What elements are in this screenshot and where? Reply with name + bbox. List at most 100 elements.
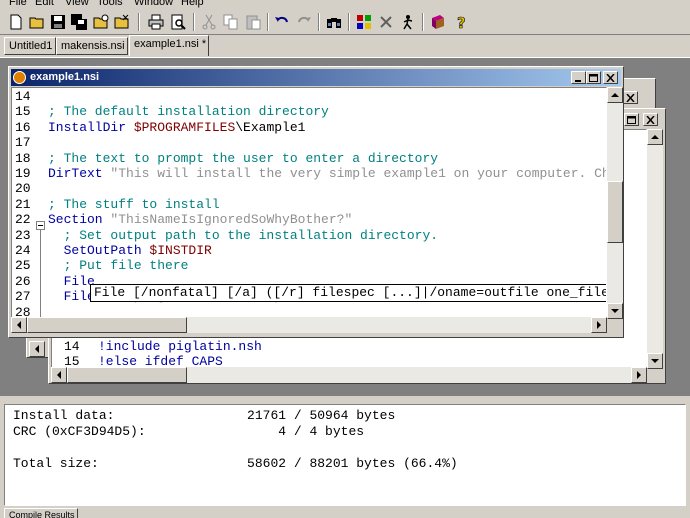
help-icon[interactable]: ? <box>451 12 471 32</box>
documentation-icon[interactable] <box>428 12 448 32</box>
output-line: CRC (0xCF3D94D5): 4 / 4 bytes <box>13 424 365 439</box>
menu-window[interactable]: Window <box>134 0 173 8</box>
code-token: $PROGRAMFILES <box>133 119 236 135</box>
redo-icon[interactable] <box>294 12 314 32</box>
code-text: DirText "This will install the very simp… <box>48 166 607 181</box>
scroll-thumb[interactable] <box>607 181 623 243</box>
close-window-button[interactable] <box>603 71 618 84</box>
maximize-window-button[interactable] <box>624 113 639 126</box>
horizontal-scrollbar[interactable] <box>11 317 607 333</box>
scroll-thumb[interactable] <box>67 367 187 383</box>
code-token: File <box>48 273 95 289</box>
maximize-icon <box>627 115 636 124</box>
maximize-window-button[interactable] <box>586 71 601 84</box>
paste-icon[interactable] <box>243 12 263 32</box>
fold-line <box>40 230 41 318</box>
scroll-up-button[interactable] <box>607 87 623 103</box>
code-editor[interactable]: 14 15 ; The default installation directory… <box>11 87 607 319</box>
scroll-left-button[interactable] <box>51 367 67 383</box>
close-icon <box>606 73 615 82</box>
code-token: \Example1 <box>235 119 306 135</box>
fold-toggle-icon[interactable] <box>36 221 45 230</box>
nsis-document-icon <box>13 71 26 84</box>
open-folder-icon[interactable] <box>27 12 47 32</box>
arrow-up-icon <box>651 135 659 139</box>
code-text: SetOutPath $INSTDIR <box>48 243 212 258</box>
run-icon[interactable] <box>398 12 418 32</box>
compile-icon[interactable] <box>354 12 374 32</box>
line-number: 18 <box>15 150 31 166</box>
scroll-down-button[interactable] <box>607 303 623 319</box>
scroll-up-button[interactable] <box>647 129 663 145</box>
print-icon[interactable] <box>146 12 166 32</box>
scroll-thumb[interactable] <box>27 317 187 333</box>
new-file-icon[interactable] <box>6 12 26 32</box>
compile-output-text[interactable]: Install data: 21761 / 50964 bytes CRC (0… <box>4 404 686 506</box>
print-preview-icon[interactable] <box>168 12 188 32</box>
bottom-tab-bar: Compile Results <box>0 508 690 518</box>
code-token: ; The default installation directory <box>48 104 329 120</box>
code-token: "This will install the very simple examp… <box>110 166 607 181</box>
line-number: 27 <box>15 289 31 305</box>
menu-bar: File Edit View Tools Window Help <box>0 0 690 10</box>
line-number: 15 <box>15 104 31 120</box>
toolbar-separator <box>193 13 195 31</box>
stop-compile-icon[interactable] <box>376 12 396 32</box>
close-window-button[interactable] <box>623 91 638 104</box>
arrow-right-icon <box>597 321 601 329</box>
undo-icon[interactable] <box>272 12 292 32</box>
horizontal-scrollbar[interactable] <box>51 367 647 383</box>
code-text: File <box>48 274 95 289</box>
save-icon[interactable] <box>48 12 68 32</box>
close-window-button[interactable] <box>643 113 658 126</box>
menu-edit[interactable]: Edit <box>35 0 54 8</box>
vertical-scrollbar[interactable] <box>607 87 623 319</box>
arrow-up-icon <box>611 93 619 97</box>
toolbar: ? <box>0 10 690 35</box>
code-token: DirText <box>48 166 111 181</box>
tab-makensis[interactable]: makensis.nsi <box>56 37 128 55</box>
code-token: ; The stuff to install <box>48 196 220 212</box>
code-token: InstallDir <box>48 119 134 135</box>
scroll-left-button[interactable] <box>29 341 45 357</box>
open-recent-icon[interactable] <box>91 12 111 32</box>
scroll-right-button[interactable] <box>591 317 607 333</box>
menu-view[interactable]: View <box>65 0 89 8</box>
code-token: ; The text to prompt the user to enter a… <box>48 150 439 166</box>
close-icon <box>626 93 635 102</box>
arrow-down-icon <box>651 359 659 363</box>
code-token: SetOutPath <box>48 243 150 258</box>
code-token: ; Put file there <box>48 258 189 274</box>
close-file-icon[interactable] <box>112 12 132 32</box>
code-token: ; Set output path to the installation di… <box>48 227 439 243</box>
code-text: ; The text to prompt the user to enter a… <box>48 151 438 166</box>
arrow-down-icon <box>611 309 619 313</box>
minimize-window-button[interactable] <box>571 71 586 84</box>
code-text: InstallDir $PROGRAMFILES\Example1 <box>48 120 305 135</box>
vertical-scrollbar[interactable] <box>647 129 663 369</box>
editor-title-bar[interactable]: example1.nsi <box>11 69 621 86</box>
tab-untitled1[interactable]: Untitled1 <box>4 37 56 55</box>
arrow-left-icon <box>17 321 21 329</box>
tab-example1[interactable]: example1.nsi * <box>129 35 209 56</box>
find-icon[interactable] <box>324 12 344 32</box>
toolbar-separator <box>267 13 269 31</box>
mdi-client-area: 14 !include piglatin.nsh 15 !else ifdef CA… <box>0 58 690 396</box>
menu-tools[interactable]: Tools <box>97 0 123 8</box>
calltip: File [/nonfatal] [/a] ([/r] filespec [..… <box>90 284 606 302</box>
toolbar-separator <box>318 13 320 31</box>
toolbar-separator <box>348 13 350 31</box>
minimize-icon <box>575 79 581 82</box>
scroll-down-button[interactable] <box>647 353 663 369</box>
code-text: ; The stuff to install <box>48 197 220 212</box>
menu-help[interactable]: Help <box>181 0 204 8</box>
scroll-right-button[interactable] <box>631 367 647 383</box>
menu-file[interactable]: File <box>9 0 27 8</box>
editor-window[interactable]: example1.nsi 14 15 ; The default installat… <box>8 66 624 338</box>
save-all-icon[interactable] <box>69 12 89 32</box>
cut-icon[interactable] <box>199 12 219 32</box>
tab-compile-results[interactable]: Compile Results <box>4 508 78 518</box>
scroll-left-button[interactable] <box>11 317 27 333</box>
line-number: 21 <box>15 196 31 212</box>
copy-icon[interactable] <box>221 12 241 32</box>
